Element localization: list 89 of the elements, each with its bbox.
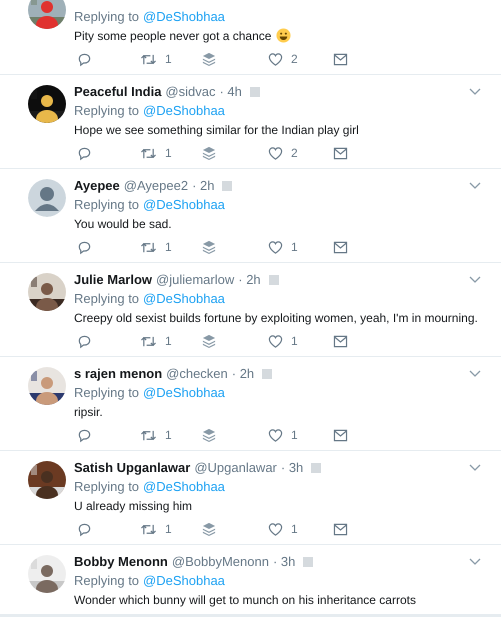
chevron-down-icon[interactable]	[469, 558, 481, 566]
chevron-down-icon[interactable]	[469, 182, 481, 190]
author-handle[interactable]: @juliemarlow	[156, 270, 234, 290]
author-name[interactable]: Bobby Menonn	[74, 552, 168, 572]
mention-link[interactable]: @DeShobhaa	[143, 570, 225, 590]
mail-icon[interactable]	[333, 522, 348, 536]
author-handle[interactable]: @Upganlawar	[194, 458, 277, 478]
replying-label: Replying to	[74, 102, 140, 120]
reply-icon[interactable]	[77, 52, 92, 66]
heart-icon[interactable]	[268, 428, 283, 442]
author-name[interactable]: s rajen menon	[74, 364, 162, 384]
replying-label: Replying to	[74, 478, 140, 496]
reply-icon[interactable]	[77, 428, 92, 442]
like-count: 2	[291, 145, 298, 162]
heart-icon[interactable]	[268, 334, 283, 348]
author-handle[interactable]: @sidvac	[165, 82, 216, 102]
tweet-time[interactable]: · 3h	[272, 552, 296, 572]
tweet-text: ripsir.	[74, 404, 103, 420]
default-avatar-icon	[28, 179, 66, 217]
chevron-down-icon[interactable]	[469, 464, 481, 472]
reply-icon[interactable]	[77, 522, 92, 536]
tweet-text: U already missing him	[74, 498, 192, 514]
like-count: 2	[291, 51, 298, 68]
mention-link[interactable]: @DeShobhaa	[143, 6, 225, 26]
mail-icon[interactable]	[333, 52, 348, 66]
mail-icon[interactable]	[333, 334, 348, 348]
mail-icon[interactable]	[333, 240, 348, 254]
author-handle[interactable]: @Ayepee2	[124, 176, 188, 196]
heart-icon[interactable]	[268, 240, 283, 254]
reply-icon[interactable]	[77, 240, 92, 254]
like-count: 1	[291, 333, 298, 350]
retweet-count: 1	[165, 427, 172, 444]
retweet-count: 1	[165, 145, 172, 162]
author-name[interactable]: Ayepee	[74, 176, 120, 196]
badge-icon	[222, 181, 232, 191]
stack-icon[interactable]	[202, 334, 216, 348]
stack-icon[interactable]	[202, 146, 216, 160]
tweet-time[interactable]: · 4h	[219, 82, 242, 102]
author-name[interactable]: Peaceful India	[74, 82, 162, 102]
badge-icon	[250, 87, 260, 97]
author-handle[interactable]: @checken	[166, 364, 228, 384]
replying-label: Replying to	[74, 290, 140, 308]
replying-label: Replying to	[74, 8, 140, 26]
reply-icon[interactable]	[77, 146, 92, 160]
mention-link[interactable]: @DeShobhaa	[143, 382, 225, 402]
chevron-down-icon[interactable]	[469, 370, 481, 378]
badge-icon	[311, 463, 322, 473]
mail-icon[interactable]	[333, 428, 348, 442]
retweet-count: 1	[165, 333, 172, 350]
tweet-text: Wonder which bunny will get to munch on his inheritance carrots	[74, 592, 416, 608]
author-handle[interactable]: @BobbyMenonn	[172, 552, 269, 572]
replying-label: Replying to	[74, 572, 140, 590]
like-count: 1	[291, 521, 298, 538]
mention-link[interactable]: @DeShobhaa	[143, 100, 225, 120]
author-name[interactable]: Julie Marlow	[74, 270, 152, 290]
reply-icon[interactable]	[77, 334, 92, 348]
replying-label: Replying to	[74, 384, 140, 402]
chevron-down-icon[interactable]	[469, 88, 481, 96]
tweet-time[interactable]: · 3h	[280, 458, 304, 478]
mention-link[interactable]: @DeShobhaa	[143, 194, 225, 214]
stack-icon[interactable]	[202, 428, 216, 442]
replying-label: Replying to	[74, 196, 140, 214]
heart-icon[interactable]	[268, 522, 283, 536]
retweet-count: 1	[165, 239, 172, 256]
heart-icon[interactable]	[268, 146, 283, 160]
mail-icon[interactable]	[333, 146, 348, 160]
tweet-time[interactable]: · 2h	[232, 364, 254, 384]
stack-icon[interactable]	[202, 522, 216, 536]
tweet-text: You would be sad.	[74, 216, 172, 232]
tweet-text: Hope we see something similar for the Indian play girl	[74, 122, 359, 138]
badge-icon	[262, 369, 272, 379]
retweet-count: 1	[165, 521, 172, 538]
chevron-down-icon[interactable]	[469, 276, 481, 284]
badge-icon	[303, 557, 314, 567]
stack-icon[interactable]	[202, 240, 216, 254]
retweet-count: 1	[165, 51, 172, 68]
mention-link[interactable]: @DeShobhaa	[143, 288, 225, 308]
author-name[interactable]: Satish Upganlawar	[74, 458, 190, 478]
like-count: 1	[291, 427, 298, 444]
like-count: 1	[291, 239, 298, 256]
tweet-time[interactable]: · 2h	[192, 176, 214, 196]
smiley-icon	[276, 28, 292, 43]
tweet-text: Pity some people never got a chance	[74, 28, 272, 44]
stack-icon[interactable]	[202, 52, 216, 66]
badge-icon	[268, 275, 279, 285]
mention-link[interactable]: @DeShobhaa	[143, 476, 225, 496]
tweet-text: Creepy old sexist builds fortune by exploiting women, yeah, I'm in mourning.	[74, 310, 478, 326]
tweet-time[interactable]: · 2h	[238, 270, 261, 290]
heart-icon[interactable]	[268, 52, 283, 66]
